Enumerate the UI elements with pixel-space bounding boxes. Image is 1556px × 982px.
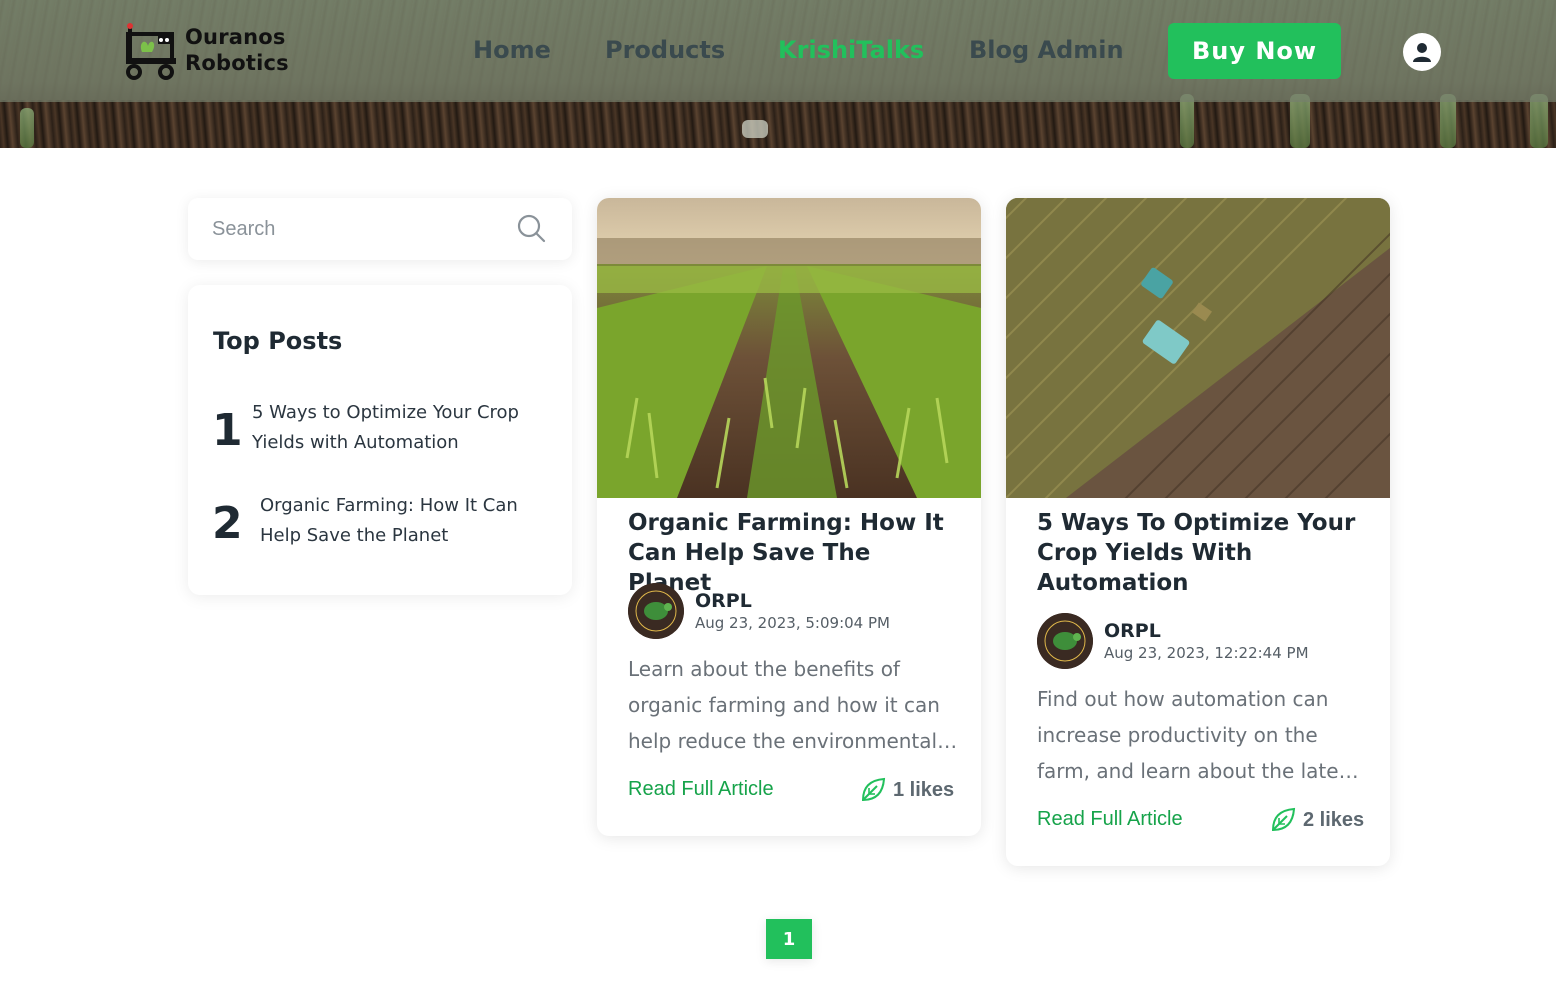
hero-sprout — [1440, 94, 1456, 148]
top-posts-title: Top Posts — [213, 327, 343, 355]
brand-name: Ouranos Robotics — [185, 24, 289, 76]
author-avatar — [1037, 613, 1093, 669]
robot-cart-icon — [126, 23, 176, 80]
hero-sprout — [1530, 94, 1548, 148]
like-button[interactable]: 2 likes — [1269, 806, 1364, 834]
user-icon — [1413, 43, 1431, 62]
buy-now-button[interactable]: Buy Now — [1168, 23, 1341, 79]
read-full-article-link[interactable]: Read Full Article — [628, 778, 774, 801]
post-image-aerial-harvest[interactable] — [1006, 198, 1390, 498]
nav-home[interactable]: Home — [473, 36, 551, 64]
post-date: Aug 23, 2023, 5:09:04 PM — [695, 614, 890, 632]
hero-sprout — [20, 108, 34, 148]
hero-sprout — [1290, 94, 1310, 148]
read-full-article-link[interactable]: Read Full Article — [1037, 808, 1183, 831]
like-count: 2 likes — [1303, 808, 1365, 831]
top-post-link[interactable]: 5 Ways to Optimize Your Crop Yields with… — [252, 398, 542, 458]
turtle-logo-icon — [1037, 613, 1093, 669]
hero-sprout — [1180, 94, 1194, 148]
nav-krishitalks[interactable]: KrishiTalks — [778, 36, 924, 64]
author-avatar — [628, 583, 684, 639]
search-icon[interactable] — [516, 213, 546, 243]
post-card: 5 Ways To Optimize Your Crop Yields With… — [1006, 198, 1390, 866]
user-account-button[interactable] — [1403, 33, 1441, 71]
post-title[interactable]: 5 Ways To Optimize Your Crop Yields With… — [1037, 508, 1367, 598]
post-card: Organic Farming: How It Can Help Save Th… — [597, 198, 981, 836]
top-navbar: Ouranos Robotics Home Products KrishiTal… — [0, 0, 1556, 102]
brand-name-line1: Ouranos — [185, 25, 286, 49]
search-input[interactable] — [212, 214, 502, 244]
nav-products[interactable]: Products — [605, 36, 725, 64]
search-box — [188, 198, 572, 260]
like-count: 1 likes — [893, 778, 955, 801]
like-button[interactable]: 1 likes — [859, 776, 954, 804]
post-author: ORPL — [1104, 620, 1161, 642]
post-excerpt: Learn about the benefits of organic farm… — [628, 657, 958, 753]
brand-name-line2: Robotics — [185, 51, 289, 75]
pagination-page-button[interactable]: 1 — [766, 919, 812, 959]
nav-blog-admin[interactable]: Blog Admin — [969, 36, 1124, 64]
post-excerpt: Find out how automation can increase pro… — [1037, 687, 1359, 783]
turtle-logo-icon — [628, 583, 684, 639]
top-post-rank: 2 — [212, 498, 243, 549]
hero-soil-image — [0, 100, 1556, 148]
leaf-icon — [861, 777, 886, 802]
brand-logo[interactable]: Ouranos Robotics — [122, 20, 302, 82]
leaf-icon — [1271, 807, 1296, 832]
top-post-link[interactable]: Organic Farming: How It Can Help Save th… — [260, 491, 550, 551]
post-author: ORPL — [695, 590, 752, 612]
post-title[interactable]: Organic Farming: How It Can Help Save Th… — [628, 508, 958, 598]
post-image-green-field[interactable] — [597, 198, 981, 498]
top-posts-panel: Top Posts 1 5 Ways to Optimize Your Crop… — [188, 285, 572, 595]
post-date: Aug 23, 2023, 12:22:44 PM — [1104, 644, 1309, 662]
hero-sprout — [742, 120, 768, 138]
top-post-rank: 1 — [212, 405, 243, 456]
